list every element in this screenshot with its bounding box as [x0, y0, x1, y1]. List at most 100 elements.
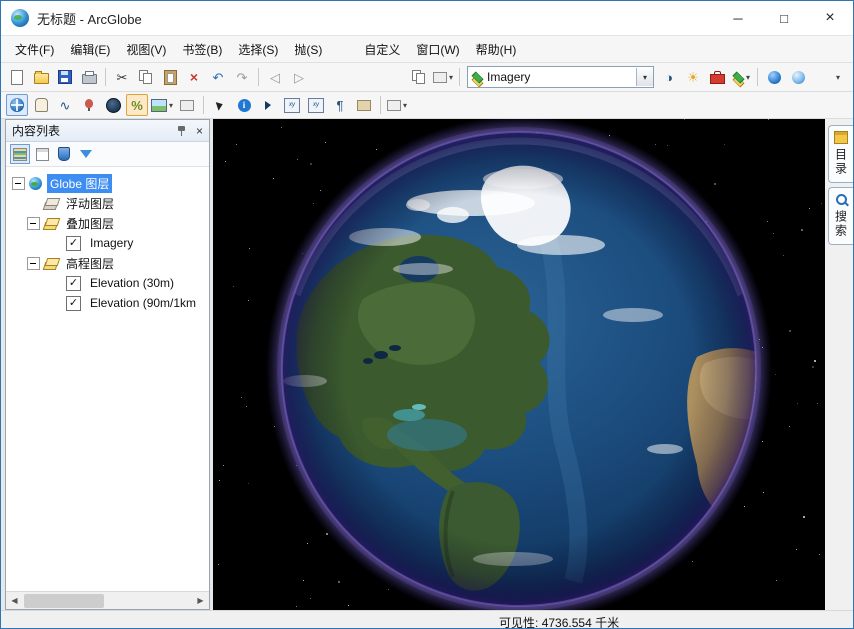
tree-row-imagery[interactable]: ✓ Imagery	[6, 233, 209, 253]
combo-dropdown-button[interactable]: ▾	[636, 68, 653, 86]
orbit-tool-button[interactable]	[78, 94, 100, 116]
tree-row-elevation-layers[interactable]: 高程图层	[6, 253, 209, 273]
menu-bookmarks[interactable]: 书签(B)	[174, 37, 230, 62]
minimize-button[interactable]: ─	[715, 1, 761, 35]
tree-label-elevation-30m[interactable]: Elevation (30m)	[87, 275, 177, 291]
tile-windows-icon	[412, 70, 426, 84]
title-bar: 无标题 - ArcGlobe ─ □ ×	[1, 1, 853, 36]
menu-help[interactable]: 帮助(H)	[468, 37, 525, 62]
layer-combo[interactable]: Imagery ▾	[467, 66, 654, 88]
hyperlink-button[interactable]	[353, 94, 375, 116]
cut-button[interactable]: ✂	[111, 66, 133, 88]
copy-icon	[139, 70, 153, 84]
print-icon	[82, 74, 97, 84]
toc-drawing-order-button[interactable]	[10, 144, 30, 164]
tree-label-imagery[interactable]: Imagery	[87, 235, 136, 251]
maximize-button[interactable]: □	[761, 1, 807, 35]
add-data-button[interactable]: ▾	[730, 66, 752, 88]
tree-label-globe[interactable]: Globe 图层	[47, 174, 112, 193]
walk-tool-button[interactable]: %	[126, 94, 148, 116]
scroll-left-button[interactable]: ◀	[6, 593, 23, 609]
undo-button[interactable]: ↶	[207, 66, 229, 88]
tree-row-elevation-90m[interactable]: ✓ Elevation (90m/1km	[6, 293, 209, 313]
tree-row-draped-layers[interactable]: 叠加图层	[6, 213, 209, 233]
identify-button[interactable]: i	[233, 94, 255, 116]
copy-button[interactable]	[135, 66, 157, 88]
tile-windows-button[interactable]	[408, 66, 430, 88]
select-arrow-button[interactable]	[209, 94, 231, 116]
elevation-30m-checkbox[interactable]: ✓	[66, 276, 81, 291]
next-extent-button[interactable]: ▷	[288, 66, 310, 88]
open-button[interactable]	[30, 66, 52, 88]
tree-label-draped[interactable]: 叠加图层	[63, 214, 117, 233]
imagery-checkbox[interactable]: ✓	[66, 236, 81, 251]
tree-label-elevation-group[interactable]: 高程图层	[63, 254, 117, 273]
toc-selection-button[interactable]	[76, 144, 96, 164]
scroll-right-button[interactable]: ▶	[192, 593, 209, 609]
toc-close-button[interactable]: ×	[194, 124, 205, 138]
pan-tool-button[interactable]	[30, 94, 52, 116]
overflow-chevron-icon: ▾	[836, 73, 840, 82]
navigate-tool-button[interactable]	[6, 94, 28, 116]
globe-spin-button[interactable]	[102, 94, 124, 116]
save-button[interactable]	[54, 66, 76, 88]
scrollbar-track[interactable]	[23, 593, 192, 609]
menu-window[interactable]: 窗口(W)	[408, 37, 467, 62]
html-popup-button[interactable]: ¶	[329, 94, 351, 116]
menu-tools[interactable]: 抛(S)	[286, 37, 330, 62]
arctoolbox-button[interactable]	[706, 66, 728, 88]
menu-view[interactable]: 视图(V)	[118, 37, 174, 62]
menu-edit[interactable]: 编辑(E)	[62, 37, 118, 62]
toolbar-overflow-button[interactable]: ▾	[826, 66, 848, 88]
toolbox-icon	[710, 74, 725, 84]
collapse-toggle-icon[interactable]	[27, 217, 40, 230]
delete-button[interactable]: ×	[183, 66, 205, 88]
scrollbar-thumb[interactable]	[24, 594, 104, 608]
layer-combo-value: Imagery	[487, 70, 636, 84]
next-tool-button[interactable]	[257, 94, 279, 116]
arcglobe-window: 无标题 - ArcGlobe ─ □ × 文件(F) 编辑(E) 视图(V) 书…	[0, 0, 854, 629]
globe-light-button[interactable]	[787, 66, 809, 88]
toc-visibility-button[interactable]	[54, 144, 74, 164]
toc-source-button[interactable]	[32, 144, 52, 164]
menu-customize[interactable]: 自定义	[356, 37, 408, 62]
find-xy-button[interactable]: xy	[305, 94, 327, 116]
arcglobe-app-icon	[11, 9, 29, 27]
menu-file[interactable]: 文件(F)	[7, 37, 62, 62]
goto-xy-button[interactable]: xy	[281, 94, 303, 116]
layer-tree: Globe 图层 浮动图层 叠加图层 ✓ Imagery	[6, 167, 209, 591]
collapse-toggle-icon[interactable]	[27, 257, 40, 270]
tree-row-globe-layers[interactable]: Globe 图层	[6, 173, 209, 193]
globe-view[interactable]	[213, 119, 825, 610]
print-button[interactable]	[78, 66, 100, 88]
tree-label-floating[interactable]: 浮动图层	[63, 194, 117, 213]
image-capture-button[interactable]: ▾	[150, 94, 174, 116]
frame-tool-button[interactable]	[176, 94, 198, 116]
collapse-toggle-icon[interactable]	[12, 177, 25, 190]
tree-label-elevation-90m[interactable]: Elevation (90m/1km	[87, 295, 199, 311]
brightness-button[interactable]: ☀	[682, 66, 704, 88]
globe-view-button[interactable]	[763, 66, 785, 88]
elevation-90m-checkbox[interactable]: ✓	[66, 296, 81, 311]
toc-horizontal-scrollbar[interactable]: ◀ ▶	[6, 591, 209, 609]
new-document-button[interactable]	[6, 66, 28, 88]
tree-row-floating-layers[interactable]: 浮动图层	[6, 193, 209, 213]
viewer-window-button[interactable]: ▾	[386, 94, 408, 116]
prev-extent-button[interactable]: ◁	[264, 66, 286, 88]
visibility-icon	[58, 147, 70, 161]
tab-search[interactable]: 搜索	[828, 187, 853, 245]
selection-icon	[80, 150, 92, 158]
menu-selection[interactable]: 选择(S)	[230, 37, 286, 62]
paste-button[interactable]	[159, 66, 181, 88]
pin-icon[interactable]	[176, 125, 188, 137]
tree-row-elevation-30m[interactable]: ✓ Elevation (30m)	[6, 273, 209, 293]
menu-bar: 文件(F) 编辑(E) 视图(V) 书签(B) 选择(S) 抛(S) 自定义 窗…	[1, 36, 853, 63]
layout-button[interactable]: ▾	[432, 66, 454, 88]
chevron-down-icon: ▾	[746, 73, 750, 82]
tab-catalog[interactable]: 目录	[828, 125, 853, 183]
fly-tool-button[interactable]: ∿	[54, 94, 76, 116]
close-button[interactable]: ×	[807, 1, 853, 35]
redo-button[interactable]: ↷	[231, 66, 253, 88]
info-icon: i	[238, 99, 251, 112]
contrast-button[interactable]: ◑	[658, 66, 680, 88]
